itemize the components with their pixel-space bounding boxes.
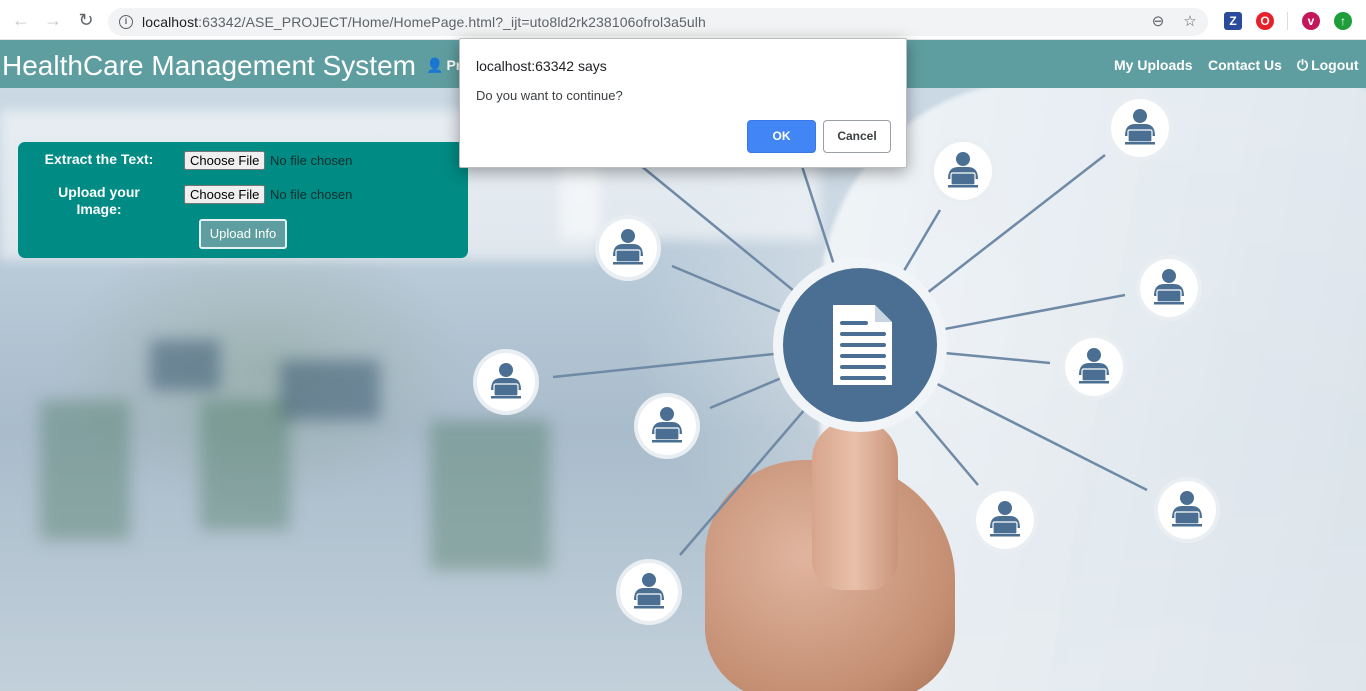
extract-text-label: Extract the Text: bbox=[44, 151, 154, 167]
upload-image-label: Upload your Image: bbox=[42, 184, 156, 218]
power-icon: ⏻ bbox=[1297, 57, 1309, 73]
browser-toolbar: ← → ↻ i localhost:63342/ASE_PROJECT/Home… bbox=[0, 0, 1366, 40]
alert-dialog: localhost:63342 says Do you want to cont… bbox=[459, 38, 907, 168]
url-path: :63342/ASE_PROJECT/Home/HomePage.html?_i… bbox=[198, 14, 706, 30]
url-text[interactable]: localhost:63342/ASE_PROJECT/Home/HomePag… bbox=[142, 14, 706, 30]
back-icon[interactable]: ← bbox=[11, 10, 31, 30]
opera-extension-icon[interactable]: O bbox=[1256, 12, 1274, 30]
user-icon: 👤 bbox=[426, 57, 444, 73]
logout-label: Logout bbox=[1311, 57, 1359, 73]
upload-form: Extract the Text: Choose File No file ch… bbox=[18, 142, 468, 258]
upload-image-label-line2: Image: bbox=[76, 201, 122, 217]
central-document-node bbox=[773, 258, 947, 432]
info-icon[interactable]: i bbox=[119, 15, 133, 29]
app-title: HealthCare Management System bbox=[2, 50, 416, 81]
toolbar-divider bbox=[1287, 12, 1288, 30]
dialog-message: Do you want to continue? bbox=[476, 88, 623, 103]
url-host: localhost bbox=[142, 14, 199, 30]
cancel-button[interactable]: Cancel bbox=[823, 120, 891, 153]
reload-icon[interactable]: ↻ bbox=[76, 10, 96, 30]
logout-link[interactable]: ⏻ Logout bbox=[1297, 57, 1359, 74]
zoom-icon[interactable]: ⊖ bbox=[1149, 13, 1167, 31]
ok-button[interactable]: OK bbox=[747, 120, 816, 153]
upload-image-file-button[interactable]: Choose File bbox=[184, 185, 266, 204]
address-bar[interactable]: i localhost:63342/ASE_PROJECT/Home/HomeP… bbox=[108, 8, 1208, 36]
dialog-title: localhost:63342 says bbox=[476, 58, 607, 74]
upload-info-button[interactable]: Upload Info bbox=[199, 219, 287, 249]
upload-image-label-line1: Upload your bbox=[58, 184, 140, 200]
my-uploads-link[interactable]: My Uploads bbox=[1114, 57, 1193, 73]
zotero-extension-icon[interactable]: Z bbox=[1224, 12, 1242, 30]
extract-text-file-button[interactable]: Choose File bbox=[184, 151, 266, 170]
bookmark-star-icon[interactable]: ☆ bbox=[1181, 13, 1199, 31]
contact-us-link[interactable]: Contact Us bbox=[1208, 57, 1282, 73]
forward-icon[interactable]: → bbox=[43, 10, 63, 30]
upload-image-file-status: No file chosen bbox=[270, 187, 353, 202]
update-arrow-icon[interactable]: ↑ bbox=[1334, 12, 1352, 30]
extract-text-file-status: No file chosen bbox=[270, 153, 353, 168]
profile-avatar-icon[interactable]: v bbox=[1302, 12, 1320, 30]
